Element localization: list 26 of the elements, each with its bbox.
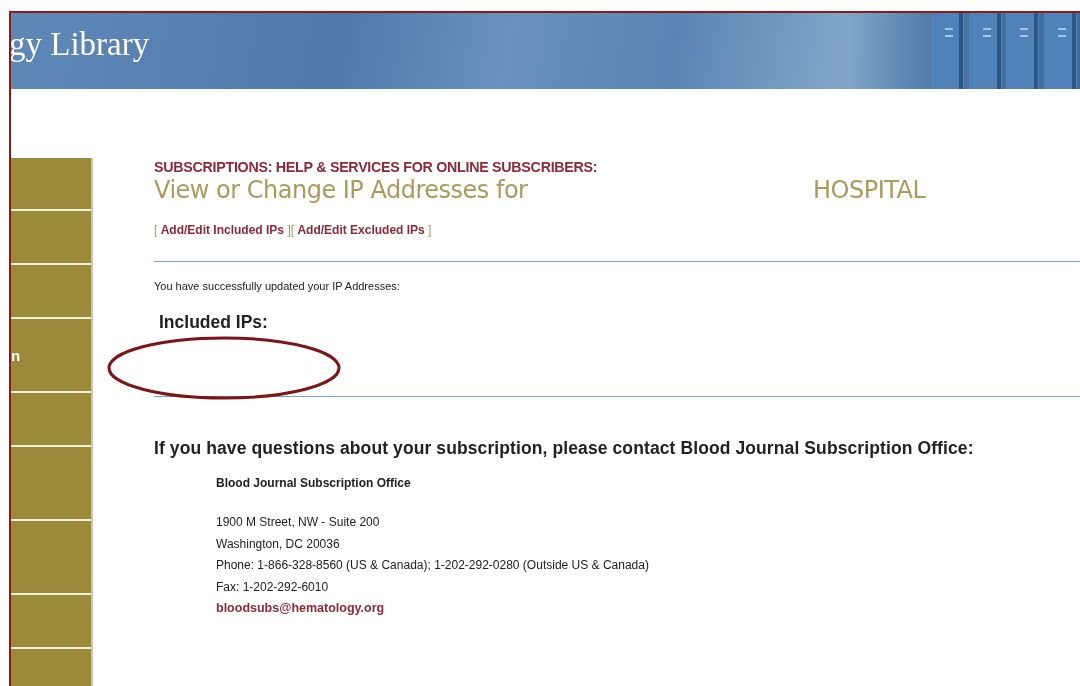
- institution-name: HOSPITAL: [813, 176, 926, 204]
- address-line: 1900 M Street, NW - Suite 200: [216, 514, 381, 531]
- email-link[interactable]: bloodsubs@hematology.org: [216, 598, 1080, 620]
- contact-heading: If you have questions about your subscription, please contact Blood Journal Subscription Office:: [154, 438, 975, 459]
- sidebar-item[interactable]: [11, 265, 91, 319]
- sidebar-item[interactable]: [11, 447, 91, 521]
- sidebar-item[interactable]: [11, 595, 91, 649]
- nav-link[interactable]: Add/Edit Excluded IPs: [297, 223, 425, 237]
- address-line: Phone: 1-866-328-8560 (US & Canada); 1-202-292-0280 (Outside US & Canada): [216, 557, 650, 574]
- success-message: You have successfully updated your IP Addresses:: [154, 280, 401, 292]
- office-name: Blood Journal Subscription Office: [216, 476, 412, 490]
- library-title: gy Library: [11, 25, 150, 63]
- page-title: View or Change IP Addresses for: [154, 176, 529, 204]
- bracket: [: [290, 223, 295, 237]
- sidebar-item[interactable]: [11, 211, 91, 265]
- nav-link[interactable]: Add/Edit Included IPs: [160, 223, 285, 237]
- included-ips-heading: Included IPs:: [159, 312, 269, 333]
- section-heading: SUBSCRIPTIONS: HELP & SERVICES FOR ONLINE SUBSCRIBERS:: [154, 158, 599, 176]
- address-line: Fax: 1-202-292-6010: [216, 578, 330, 596]
- sidebar-item[interactable]: [11, 158, 91, 211]
- sidebar-item[interactable]: [11, 521, 91, 595]
- bracket: [: [154, 223, 158, 237]
- address-line: Washington, DC 20036: [216, 535, 341, 553]
- sidebar-item[interactable]: [11, 393, 91, 447]
- bracket: ]: [287, 223, 291, 237]
- bracket: ]: [428, 223, 432, 237]
